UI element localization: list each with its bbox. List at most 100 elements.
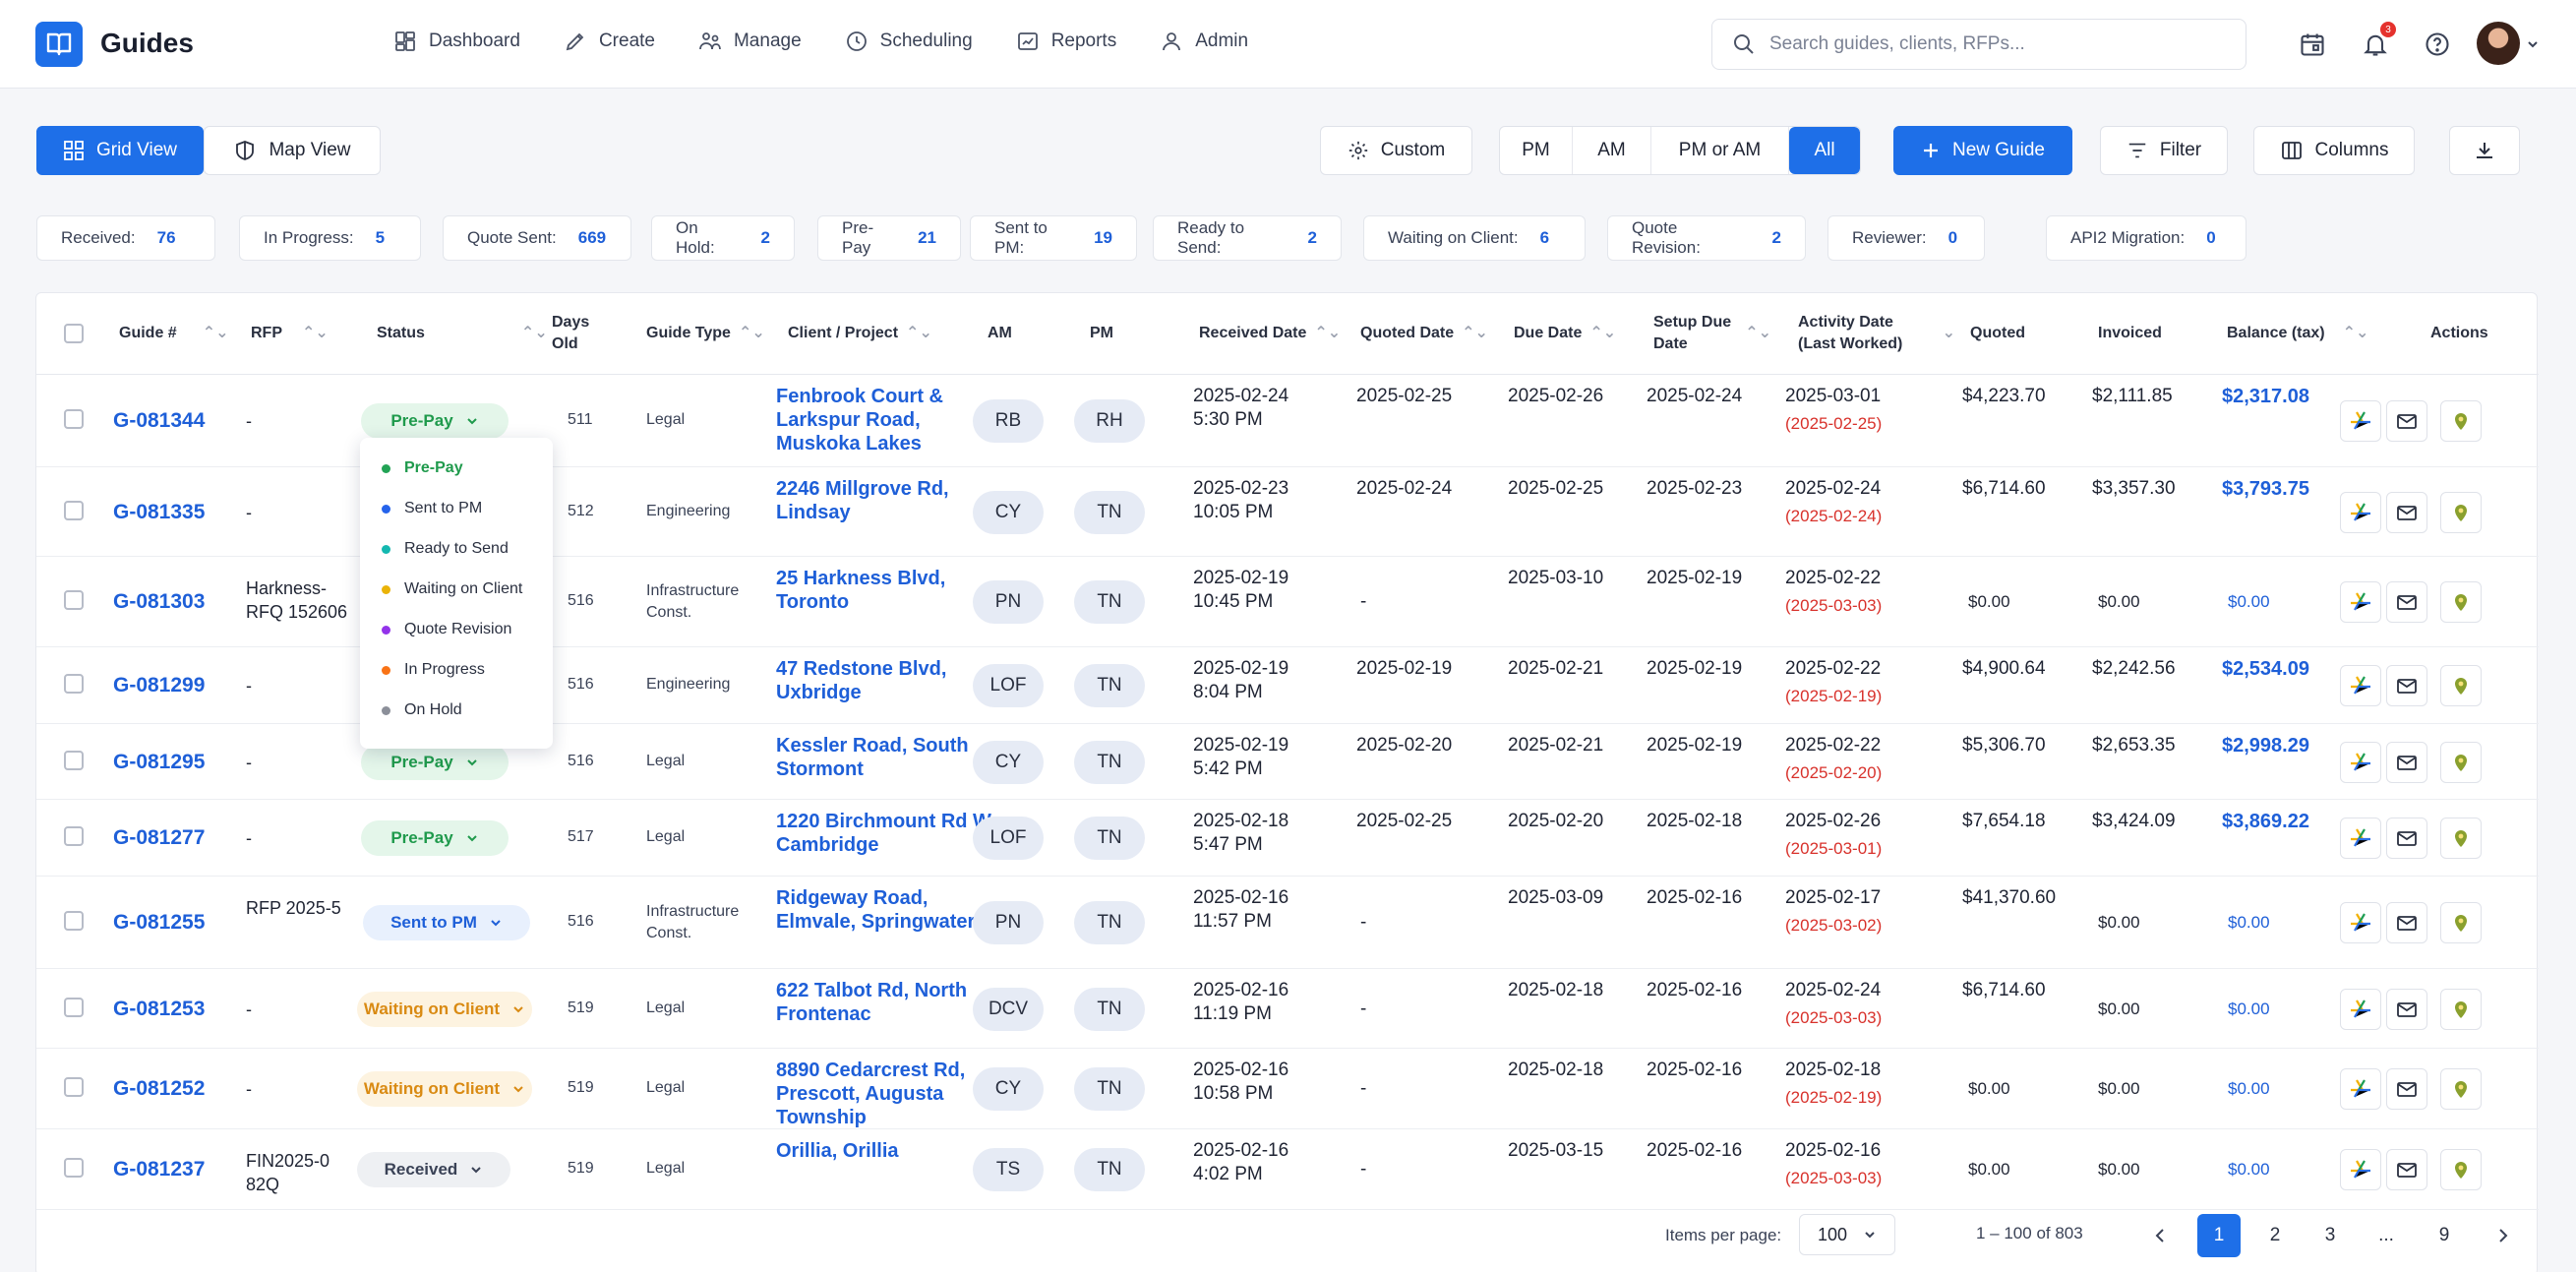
status-chip-api2-migration[interactable]: API2 Migration: 0: [2046, 215, 2247, 261]
calendar-button[interactable]: [2296, 28, 2329, 61]
row-checkbox[interactable]: [64, 590, 84, 610]
drive-button[interactable]: [2340, 581, 2381, 623]
app-logo[interactable]: [35, 22, 83, 67]
page-1-button[interactable]: 1: [2197, 1214, 2241, 1257]
col-header-status[interactable]: Status ⌃⌄: [377, 293, 548, 374]
map-view-button[interactable]: Map View: [204, 126, 381, 175]
status-select[interactable]: Sent to PM: [363, 905, 530, 940]
pm-initials-badge[interactable]: TN: [1074, 987, 1145, 1031]
location-pin-button[interactable]: [2440, 1149, 2482, 1190]
col-header-client[interactable]: Client / Project ⌃⌄: [788, 293, 932, 374]
drive-button[interactable]: [2340, 902, 2381, 943]
status-select[interactable]: Received: [357, 1152, 510, 1187]
mail-button[interactable]: [2386, 988, 2427, 1030]
drive-button[interactable]: [2340, 491, 2381, 533]
mail-button[interactable]: [2386, 665, 2427, 706]
client-project-link[interactable]: Fenbrook Court & Larkspur Road, Muskoka …: [776, 385, 1004, 455]
am-initials-badge[interactable]: DCV: [973, 987, 1044, 1031]
row-checkbox[interactable]: [64, 674, 84, 694]
mail-button[interactable]: [2386, 741, 2427, 783]
download-button[interactable]: [2449, 126, 2520, 175]
status-chip-received[interactable]: Received: 76: [36, 215, 215, 261]
col-header-received-date[interactable]: Received Date ⌃⌄: [1199, 293, 1341, 374]
guide-number-link[interactable]: G-081303: [113, 590, 205, 614]
location-pin-button[interactable]: [2440, 665, 2482, 706]
items-per-page-select[interactable]: 100: [1799, 1214, 1895, 1255]
pm-initials-badge[interactable]: TN: [1074, 1067, 1145, 1111]
row-checkbox[interactable]: [64, 1077, 84, 1097]
pm-initials-badge[interactable]: TN: [1074, 580, 1145, 624]
drive-button[interactable]: [2340, 400, 2381, 442]
am-initials-badge[interactable]: PN: [973, 580, 1044, 624]
drive-button[interactable]: [2340, 665, 2381, 706]
pm-initials-badge[interactable]: RH: [1074, 399, 1145, 443]
drive-button[interactable]: [2340, 818, 2381, 859]
status-option[interactable]: Waiting on Client: [382, 580, 522, 598]
pm-initials-badge[interactable]: TN: [1074, 664, 1145, 707]
row-checkbox[interactable]: [64, 911, 84, 931]
drive-button[interactable]: [2340, 741, 2381, 783]
client-project-link[interactable]: 25 Harkness Blvd, Toronto: [776, 567, 1004, 614]
status-select[interactable]: Pre-Pay: [361, 403, 509, 439]
location-pin-button[interactable]: [2440, 491, 2482, 533]
row-checkbox[interactable]: [64, 409, 84, 429]
location-pin-button[interactable]: [2440, 581, 2482, 623]
guide-number-link[interactable]: G-081335: [113, 501, 205, 524]
client-project-link[interactable]: Kessler Road, South Stormont: [776, 734, 1004, 781]
grid-view-button[interactable]: Grid View: [36, 126, 204, 175]
client-project-link[interactable]: 622 Talbot Rd, North Frontenac: [776, 979, 1004, 1026]
status-option[interactable]: On Hold: [382, 701, 462, 719]
pm-initials-badge[interactable]: TN: [1074, 901, 1145, 944]
pm-initials-badge[interactable]: TN: [1074, 740, 1145, 784]
col-header-invoiced[interactable]: Invoiced: [2098, 293, 2162, 374]
pm-initials-badge[interactable]: TN: [1074, 1148, 1145, 1191]
am-initials-badge[interactable]: CY: [973, 490, 1044, 534]
status-chip-quote-revision[interactable]: Quote Revision: 2: [1607, 215, 1806, 261]
client-project-link[interactable]: Orillia, Orillia: [776, 1139, 1004, 1163]
status-chip-in-progress[interactable]: In Progress: 5: [239, 215, 421, 261]
am-initials-badge[interactable]: RB: [973, 399, 1044, 443]
chevron-down-icon[interactable]: [2526, 37, 2540, 51]
mail-button[interactable]: [2386, 902, 2427, 943]
status-chip-waiting-on-client[interactable]: Waiting on Client: 6: [1363, 215, 1586, 261]
mail-button[interactable]: [2386, 818, 2427, 859]
guide-number-link[interactable]: G-081252: [113, 1077, 205, 1101]
status-chip-on-hold[interactable]: On Hold: 2: [651, 215, 795, 261]
status-option[interactable]: Quote Revision: [382, 621, 511, 638]
nav-create[interactable]: Create: [564, 30, 655, 53]
status-option[interactable]: Pre-Pay: [382, 459, 463, 477]
page-9-button[interactable]: 9: [2423, 1214, 2466, 1257]
nav-dashboard[interactable]: Dashboard: [393, 30, 520, 53]
guide-number-link[interactable]: G-081237: [113, 1158, 205, 1181]
client-project-link[interactable]: 8890 Cedarcrest Rd, Prescott, Augusta To…: [776, 1059, 1004, 1129]
am-initials-badge[interactable]: CY: [973, 1067, 1044, 1111]
client-project-link[interactable]: Ridgeway Road, Elmvale, Springwater: [776, 886, 1004, 934]
col-header-pm[interactable]: PM: [1090, 293, 1113, 374]
drive-button[interactable]: [2340, 988, 2381, 1030]
status-chip-reviewer[interactable]: Reviewer: 0: [1827, 215, 1985, 261]
col-header-quoted[interactable]: Quoted: [1970, 293, 2025, 374]
status-select[interactable]: Waiting on Client: [357, 1071, 532, 1107]
status-chip-pre-pay[interactable]: Pre-Pay 21: [817, 215, 961, 261]
search-input[interactable]: Search guides, clients, RFPs...: [1711, 19, 2247, 70]
guide-number-link[interactable]: G-081299: [113, 674, 205, 697]
client-project-link[interactable]: 2246 Millgrove Rd, Lindsay: [776, 477, 1004, 524]
custom-button[interactable]: Custom: [1320, 126, 1472, 175]
location-pin-button[interactable]: [2440, 988, 2482, 1030]
status-option[interactable]: Ready to Send: [382, 540, 509, 558]
status-chip-ready-to-send[interactable]: Ready to Send: 2: [1153, 215, 1342, 261]
client-project-link[interactable]: 47 Redstone Blvd, Uxbridge: [776, 657, 1004, 704]
help-button[interactable]: [2421, 28, 2454, 61]
status-select[interactable]: Pre-Pay: [361, 744, 509, 780]
segment-pm[interactable]: PM: [1500, 127, 1573, 174]
col-header-days-old[interactable]: Days Old: [552, 293, 611, 374]
location-pin-button[interactable]: [2440, 741, 2482, 783]
am-initials-badge[interactable]: LOF: [973, 664, 1044, 707]
guide-number-link[interactable]: G-081344: [113, 409, 205, 433]
location-pin-button[interactable]: [2440, 902, 2482, 943]
col-header-activity-date[interactable]: Activity Date (Last Worked) ⌄: [1798, 293, 1955, 374]
status-select[interactable]: Pre-Pay: [361, 820, 509, 856]
select-all-checkbox[interactable]: [64, 324, 84, 343]
drive-button[interactable]: [2340, 1068, 2381, 1110]
status-option[interactable]: In Progress: [382, 661, 485, 679]
